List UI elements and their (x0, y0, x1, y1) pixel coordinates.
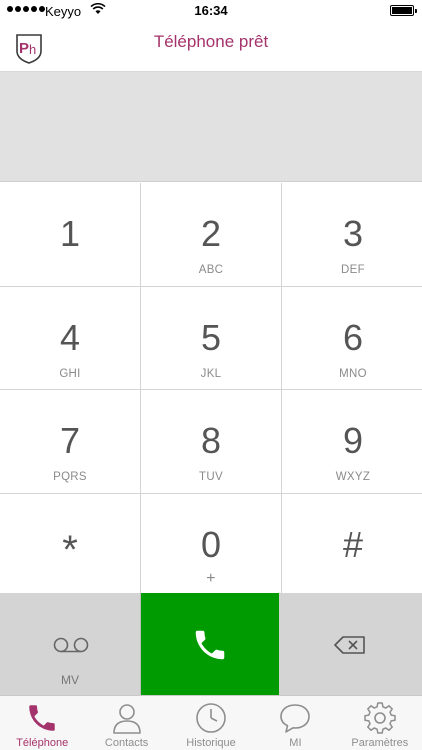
key-letters: PQRS (53, 471, 87, 483)
gear-icon (363, 701, 397, 740)
key-digit: 7 (59, 420, 81, 461)
status-time: 16:34 (194, 3, 228, 18)
key-digit: 6 (342, 316, 364, 358)
tab-label: Paramètres (351, 737, 409, 749)
tab-contacts[interactable]: Contacts (84, 696, 168, 750)
tab-telephone[interactable]: Téléphone (0, 696, 84, 750)
key-hash[interactable]: # (282, 493, 422, 596)
tab-label: MI (289, 737, 302, 749)
key-digit: 3 (342, 213, 364, 254)
key-5[interactable]: 5 JKL (141, 286, 281, 389)
number-display (0, 72, 422, 182)
phone-icon (191, 626, 229, 669)
action-row: MV (0, 593, 422, 695)
call-button[interactable] (141, 593, 279, 695)
page-title: Téléphone prêt (153, 32, 269, 51)
voicemail-label: MV (61, 673, 79, 687)
key-3[interactable]: 3 DEF (282, 183, 422, 286)
tab-parametres[interactable]: Paramètres (338, 696, 422, 750)
key-letters: ABC (198, 264, 224, 276)
key-digit: # (342, 523, 364, 565)
phone-icon (25, 701, 59, 740)
backspace-button[interactable] (279, 593, 422, 695)
key-digit: 0 (200, 523, 222, 565)
key-letters: DEF (341, 264, 365, 276)
battery-icon (390, 5, 417, 16)
key-9[interactable]: 9 WXYZ (282, 390, 422, 493)
key-letters: WXYZ (335, 471, 371, 483)
key-2[interactable]: 2 ABC (141, 183, 281, 286)
contact-icon (110, 701, 144, 740)
key-digit: 5 (200, 316, 222, 358)
tab-mi[interactable]: MI (253, 696, 337, 750)
backspace-icon (334, 636, 366, 659)
key-digit: 2 (200, 213, 222, 254)
key-star[interactable]: * (0, 493, 140, 596)
tab-label: Historique (186, 737, 236, 749)
key-1[interactable]: 1 (0, 183, 140, 286)
key-4[interactable]: 4 GHI (0, 286, 140, 389)
voicemail-button[interactable]: MV (0, 593, 141, 695)
dial-keypad: 1 2 ABC 3 DEF 4 GHI 5 JKL 6 MNO 7 PQRS 8… (0, 183, 422, 596)
key-letters: TUV (199, 471, 223, 483)
app-header: P h Téléphone prêt (0, 22, 422, 72)
key-0[interactable]: 0 + (141, 493, 281, 596)
clock-icon (194, 701, 228, 740)
chat-bubble-icon (278, 701, 312, 740)
voicemail-icon (53, 637, 89, 658)
key-6[interactable]: 6 MNO (282, 286, 422, 389)
key-letters: MNO (339, 367, 367, 380)
tab-bar: Téléphone Contacts Historique MI Paramèt… (0, 695, 422, 750)
tab-label: Contacts (104, 737, 149, 749)
key-letters: GHI (59, 367, 81, 380)
key-digit: 8 (200, 420, 222, 461)
key-letters: JKL (200, 367, 222, 380)
tab-historique[interactable]: Historique (169, 696, 253, 750)
key-7[interactable]: 7 PQRS (0, 390, 140, 493)
key-digit: 4 (59, 316, 81, 358)
tab-label: Téléphone (16, 737, 69, 749)
key-digit: 9 (342, 420, 364, 461)
key-8[interactable]: 8 TUV (141, 390, 281, 493)
key-letters: + (206, 569, 216, 587)
key-digit: * (62, 527, 78, 572)
status-bar: Keyyo 16:34 (0, 0, 422, 22)
key-digit: 1 (59, 213, 81, 254)
